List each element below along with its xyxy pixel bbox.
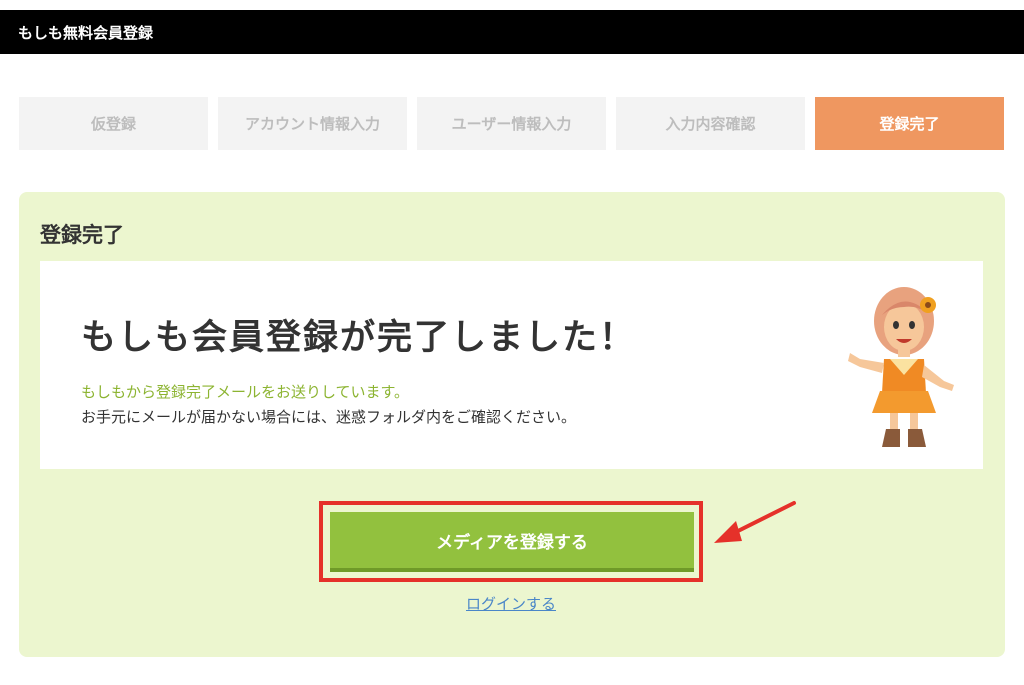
login-link[interactable]: ログインする	[466, 595, 556, 613]
mascot-girl-illustration	[848, 287, 954, 447]
red-pointer-arrow-icon	[714, 501, 796, 543]
login-link-row: ログインする	[19, 593, 1003, 614]
header-bar: もしも無料会員登録	[0, 10, 1024, 54]
register-media-button[interactable]: メディアを登録する	[330, 512, 694, 572]
header-title: もしも無料会員登録	[18, 23, 154, 42]
step-account-info: アカウント情報入力	[218, 97, 407, 150]
email-sent-note: もしもから登録完了メールをお送りしています。	[81, 383, 410, 401]
completion-panel: 登録完了 もしも会員登録が完了しました！ もしもから登録完了メールをお送りしてい…	[19, 192, 1005, 657]
step-provisional: 仮登録	[19, 97, 208, 150]
progress-steps: 仮登録 アカウント情報入力 ユーザー情報入力 入力内容確認 登録完了	[19, 97, 1005, 150]
panel-title: 登録完了	[40, 223, 124, 247]
spam-folder-note: お手元にメールが届かない場合には、迷惑フォルダ内をご確認ください。	[81, 408, 577, 426]
message-card: もしも会員登録が完了しました！ もしもから登録完了メールをお送りしています。 お…	[40, 261, 983, 469]
step-confirm: 入力内容確認	[616, 97, 805, 150]
step-complete: 登録完了	[815, 97, 1004, 150]
completion-headline: もしも会員登録が完了しました！	[81, 318, 637, 358]
step-user-info: ユーザー情報入力	[417, 97, 606, 150]
